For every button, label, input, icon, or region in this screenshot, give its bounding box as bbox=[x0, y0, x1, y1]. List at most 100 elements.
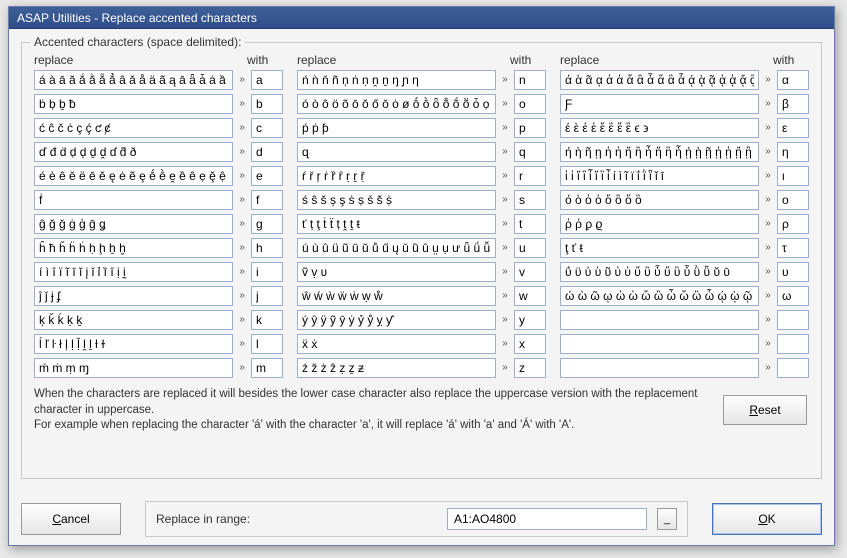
range-input[interactable] bbox=[447, 508, 647, 530]
header-with-label: with bbox=[773, 53, 809, 67]
replace-input[interactable] bbox=[560, 118, 759, 138]
with-input[interactable] bbox=[777, 214, 809, 234]
with-input[interactable] bbox=[777, 118, 809, 138]
arrow-icon: » bbox=[759, 194, 777, 205]
replace-input[interactable] bbox=[560, 70, 759, 90]
with-input[interactable] bbox=[251, 286, 283, 306]
with-input[interactable] bbox=[777, 142, 809, 162]
replace-input[interactable] bbox=[560, 358, 759, 378]
replace-input[interactable] bbox=[34, 310, 233, 330]
replace-input[interactable] bbox=[34, 70, 233, 90]
replace-input[interactable] bbox=[34, 118, 233, 138]
replace-input[interactable] bbox=[560, 310, 759, 330]
range-picker-button[interactable]: _ bbox=[657, 508, 677, 530]
with-input[interactable] bbox=[514, 166, 546, 186]
with-input[interactable] bbox=[251, 214, 283, 234]
replace-input[interactable] bbox=[34, 358, 233, 378]
with-input[interactable] bbox=[777, 310, 809, 330]
with-input[interactable] bbox=[777, 262, 809, 282]
with-input[interactable] bbox=[251, 190, 283, 210]
replace-input[interactable] bbox=[560, 166, 759, 186]
with-input[interactable] bbox=[777, 190, 809, 210]
replace-input[interactable] bbox=[34, 166, 233, 186]
with-input[interactable] bbox=[251, 262, 283, 282]
with-input[interactable] bbox=[514, 190, 546, 210]
replace-input[interactable] bbox=[297, 214, 496, 234]
replace-row: » bbox=[34, 141, 283, 162]
replace-input[interactable] bbox=[297, 238, 496, 258]
replace-row: » bbox=[560, 261, 809, 282]
arrow-icon: » bbox=[496, 362, 514, 373]
with-input[interactable] bbox=[251, 238, 283, 258]
with-input[interactable] bbox=[777, 166, 809, 186]
replace-input[interactable] bbox=[297, 142, 496, 162]
with-input[interactable] bbox=[514, 262, 546, 282]
ok-button[interactable]: OK bbox=[712, 503, 822, 535]
with-input[interactable] bbox=[251, 118, 283, 138]
with-input[interactable] bbox=[514, 310, 546, 330]
replace-row: » bbox=[297, 93, 546, 114]
with-input[interactable] bbox=[514, 70, 546, 90]
replace-input[interactable] bbox=[34, 262, 233, 282]
replace-input[interactable] bbox=[560, 262, 759, 282]
replace-input[interactable] bbox=[297, 70, 496, 90]
with-input[interactable] bbox=[514, 334, 546, 354]
replace-input[interactable] bbox=[560, 142, 759, 162]
with-input[interactable] bbox=[777, 286, 809, 306]
replace-input[interactable] bbox=[297, 334, 496, 354]
with-input[interactable] bbox=[251, 142, 283, 162]
replace-input[interactable] bbox=[297, 310, 496, 330]
arrow-icon: » bbox=[496, 314, 514, 325]
replace-input[interactable] bbox=[297, 118, 496, 138]
with-input[interactable] bbox=[514, 94, 546, 114]
arrow-icon: » bbox=[233, 170, 251, 181]
replace-input[interactable] bbox=[297, 358, 496, 378]
with-input[interactable] bbox=[251, 358, 283, 378]
replace-input[interactable] bbox=[560, 190, 759, 210]
with-input[interactable] bbox=[514, 118, 546, 138]
arrow-icon: » bbox=[496, 194, 514, 205]
replace-input[interactable] bbox=[560, 214, 759, 234]
with-input[interactable] bbox=[514, 358, 546, 378]
replace-input[interactable] bbox=[560, 94, 759, 114]
header-replace-label: replace bbox=[34, 53, 229, 67]
with-input[interactable] bbox=[514, 238, 546, 258]
replace-input[interactable] bbox=[34, 142, 233, 162]
replace-input[interactable] bbox=[297, 262, 496, 282]
replace-input[interactable] bbox=[297, 190, 496, 210]
with-input[interactable] bbox=[251, 334, 283, 354]
with-input[interactable] bbox=[777, 94, 809, 114]
replace-input[interactable] bbox=[34, 238, 233, 258]
replace-input[interactable] bbox=[560, 238, 759, 258]
with-input[interactable] bbox=[251, 70, 283, 90]
replace-input[interactable] bbox=[34, 214, 233, 234]
arrow-icon: » bbox=[759, 290, 777, 301]
arrow-icon: » bbox=[759, 74, 777, 85]
replace-input[interactable] bbox=[560, 334, 759, 354]
with-input[interactable] bbox=[777, 358, 809, 378]
with-input[interactable] bbox=[251, 94, 283, 114]
header-with-label: with bbox=[247, 53, 283, 67]
with-input[interactable] bbox=[777, 238, 809, 258]
with-input[interactable] bbox=[514, 286, 546, 306]
replace-input[interactable] bbox=[297, 166, 496, 186]
replace-input[interactable] bbox=[297, 94, 496, 114]
replace-row: » bbox=[34, 189, 283, 210]
replace-row: » bbox=[560, 285, 809, 306]
replace-row: » bbox=[297, 213, 546, 234]
replace-input[interactable] bbox=[34, 286, 233, 306]
replace-input[interactable] bbox=[34, 334, 233, 354]
replace-input[interactable] bbox=[34, 190, 233, 210]
replace-input[interactable] bbox=[560, 286, 759, 306]
replace-input[interactable] bbox=[34, 94, 233, 114]
with-input[interactable] bbox=[514, 214, 546, 234]
with-input[interactable] bbox=[514, 142, 546, 162]
arrow-icon: » bbox=[233, 338, 251, 349]
with-input[interactable] bbox=[251, 166, 283, 186]
with-input[interactable] bbox=[777, 70, 809, 90]
cancel-button[interactable]: Cancel bbox=[21, 503, 121, 535]
with-input[interactable] bbox=[251, 310, 283, 330]
with-input[interactable] bbox=[777, 334, 809, 354]
reset-button[interactable]: Reset bbox=[723, 395, 807, 425]
replace-input[interactable] bbox=[297, 286, 496, 306]
